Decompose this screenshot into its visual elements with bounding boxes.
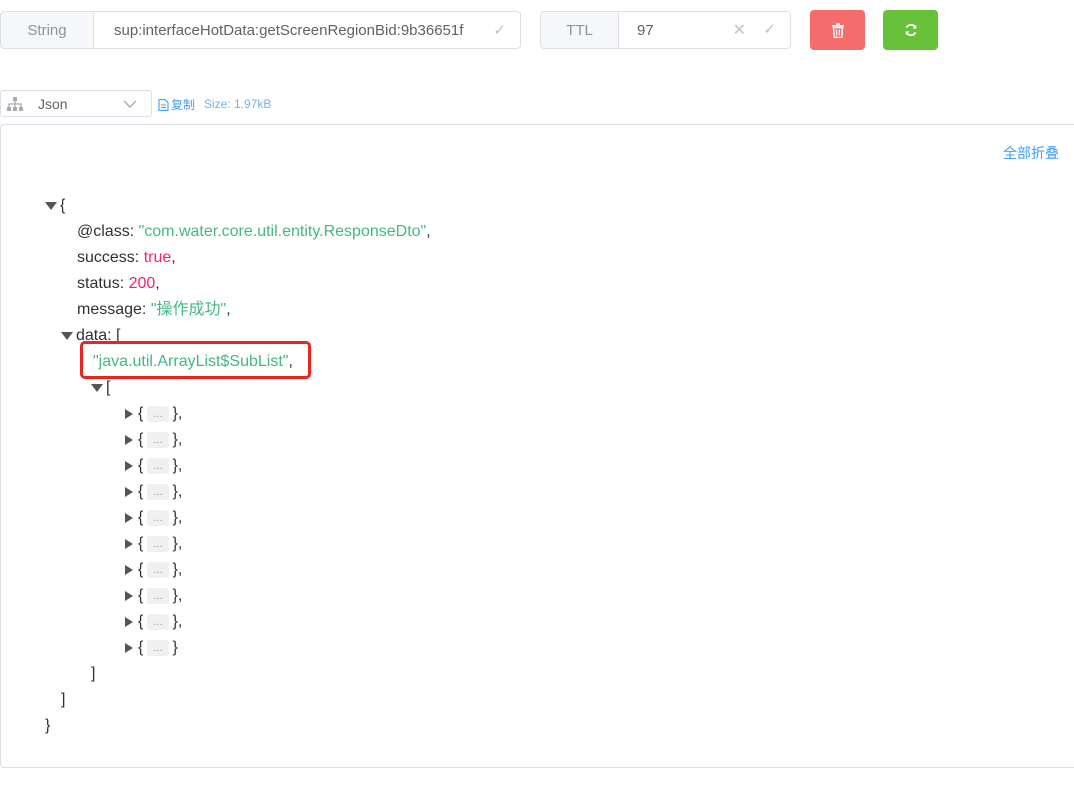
json-key-success: success (77, 249, 135, 266)
copy-label: 复制 (171, 98, 196, 112)
delete-key-button[interactable] (810, 10, 865, 50)
expand-toggle-icon[interactable] (125, 409, 133, 419)
collapse-all-link[interactable]: 全部折叠 (1003, 143, 1059, 163)
json-line-data-close: ] (45, 687, 431, 713)
object-close-brace: }, (172, 613, 183, 630)
collapsed-object-item[interactable]: {...}, (45, 609, 431, 635)
key-name-input[interactable]: sup:interfaceHotData:getScreenRegionBid:… (93, 11, 521, 49)
collapsed-placeholder[interactable]: ... (147, 432, 169, 448)
copy-button[interactable]: 复制 (158, 96, 195, 113)
object-close-brace: }, (172, 431, 183, 448)
refresh-key-button[interactable] (883, 10, 938, 50)
json-line-success: success: true, (45, 245, 431, 271)
json-value-class: "com.water.core.util.entity.ResponseDto" (138, 223, 427, 240)
collapsed-object-item[interactable]: {...}, (45, 505, 431, 531)
expand-toggle-icon[interactable] (125, 435, 133, 445)
collapsed-placeholder[interactable]: ... (147, 562, 169, 578)
object-open-brace: { (138, 535, 144, 552)
collapsed-placeholder[interactable]: ... (147, 640, 169, 656)
object-close-brace: }, (172, 405, 183, 422)
object-close-brace: }, (172, 483, 183, 500)
expand-toggle-icon[interactable] (125, 591, 133, 601)
collapsed-placeholder[interactable]: ... (147, 484, 169, 500)
json-key-status: status (77, 275, 120, 292)
json-line-root-close: } (45, 713, 431, 739)
format-selected-value: Json (38, 95, 68, 112)
expand-toggle-icon[interactable] (125, 513, 133, 523)
data-close-bracket: ] (61, 691, 66, 708)
object-close-brace: }, (172, 457, 183, 474)
object-close-brace: }, (172, 587, 183, 604)
ttl-input[interactable]: 97 ✕ ✓ (618, 11, 791, 49)
collapsed-object-item[interactable]: {...} (45, 635, 431, 661)
json-tree: { @class: "com.water.core.util.entity.Re… (45, 193, 431, 739)
collapsed-placeholder[interactable]: ... (147, 406, 169, 422)
json-key-class: @class (77, 223, 130, 240)
collapsed-items-list: {...},{...},{...},{...},{...},{...},{...… (45, 401, 431, 661)
json-value-success: true (143, 249, 172, 266)
collapsed-object-item[interactable]: {...}, (45, 453, 431, 479)
collapsed-object-item[interactable]: {...}, (45, 583, 431, 609)
object-close-brace: }, (172, 561, 183, 578)
chevron-down-icon (123, 100, 137, 108)
collapsed-placeholder[interactable]: ... (147, 536, 169, 552)
json-key-message: message (77, 301, 142, 318)
json-viewer: 全部折叠 { @class: "com.water.core.util.enti… (0, 124, 1074, 768)
object-close-brace: }, (172, 535, 183, 552)
tree-icon (7, 96, 23, 111)
key-type-label: String (0, 11, 94, 49)
json-line-class: @class: "com.water.core.util.entity.Resp… (45, 219, 431, 245)
collapse-toggle-icon[interactable] (91, 384, 103, 392)
collapsed-placeholder[interactable]: ... (147, 458, 169, 474)
ttl-label: TTL (540, 11, 619, 49)
expand-toggle-icon[interactable] (125, 617, 133, 627)
object-open-brace: { (138, 431, 144, 448)
object-open-brace: { (138, 509, 144, 526)
collapsed-object-item[interactable]: {...}, (45, 401, 431, 427)
json-value-message: "操作成功" (150, 301, 227, 318)
json-line-inner-close: ] (45, 661, 431, 687)
json-value-status: 200 (128, 275, 156, 292)
trash-icon (831, 22, 844, 38)
collapsed-placeholder[interactable]: ... (147, 614, 169, 630)
collapsed-object-item[interactable]: {...}, (45, 427, 431, 453)
json-root-line: { (45, 193, 431, 219)
root-close-brace: } (45, 717, 51, 734)
root-open-brace: { (60, 197, 66, 214)
object-open-brace: { (138, 587, 144, 604)
json-line-message: message: "操作成功", (45, 297, 431, 323)
size-text: Size: 1.97kB (204, 97, 272, 111)
ttl-value: 97 (637, 21, 654, 39)
collapsed-object-item[interactable]: {...}, (45, 479, 431, 505)
expand-toggle-icon[interactable] (125, 565, 133, 575)
collapse-toggle-icon[interactable] (45, 202, 57, 210)
highlight-box (80, 341, 311, 379)
object-open-brace: { (138, 639, 144, 656)
clear-ttl-icon[interactable]: ✕ (733, 20, 746, 40)
key-name-value: sup:interfaceHotData:getScreenRegionBid:… (114, 21, 464, 39)
json-line-status: status: 200, (45, 271, 431, 297)
collapse-toggle-icon[interactable] (61, 332, 73, 340)
collapsed-object-item[interactable]: {...}, (45, 531, 431, 557)
expand-toggle-icon[interactable] (125, 539, 133, 549)
object-close-brace: } (172, 639, 178, 656)
object-close-brace: }, (172, 509, 183, 526)
inner-close-bracket: ] (91, 665, 96, 682)
object-open-brace: { (138, 457, 144, 474)
expand-toggle-icon[interactable] (125, 461, 133, 471)
object-open-brace: { (138, 483, 144, 500)
object-open-brace: { (138, 405, 144, 422)
refresh-icon (905, 23, 916, 37)
confirm-ttl-icon[interactable]: ✓ (763, 20, 776, 38)
document-icon (158, 98, 169, 111)
collapsed-object-item[interactable]: {...}, (45, 557, 431, 583)
collapsed-placeholder[interactable]: ... (147, 588, 169, 604)
expand-toggle-icon[interactable] (125, 487, 133, 497)
object-open-brace: { (138, 561, 144, 578)
object-open-brace: { (138, 613, 144, 630)
confirm-key-icon[interactable]: ✓ (493, 21, 506, 39)
expand-toggle-icon[interactable] (125, 643, 133, 653)
collapsed-placeholder[interactable]: ... (147, 510, 169, 526)
format-select[interactable]: Json (0, 90, 152, 117)
